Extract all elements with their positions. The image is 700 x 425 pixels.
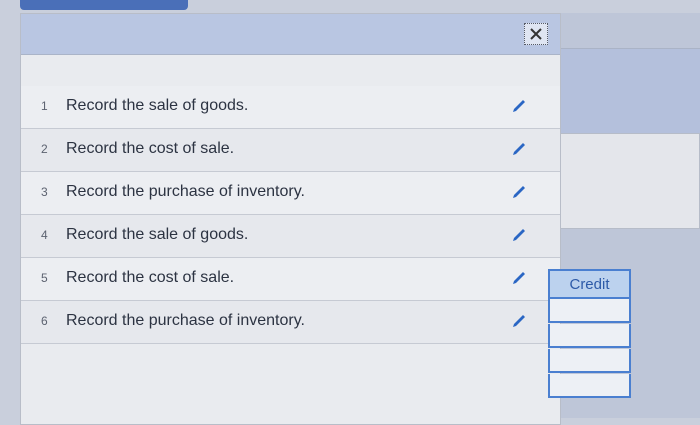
row-label: Record the purchase of inventory. bbox=[66, 183, 305, 200]
row-number: 1 bbox=[41, 99, 48, 113]
top-tab bbox=[20, 0, 188, 10]
row-number: 2 bbox=[41, 142, 48, 156]
row-label: Record the cost of sale. bbox=[66, 269, 235, 286]
credit-input-cell[interactable] bbox=[548, 324, 631, 348]
row-number: 4 bbox=[41, 228, 48, 242]
list-item[interactable]: 4 Record the sale of goods. bbox=[21, 215, 560, 258]
row-number: 6 bbox=[41, 314, 48, 328]
list-item[interactable]: 2 Record the cost of sale. bbox=[21, 129, 560, 172]
list-item[interactable]: 1 Record the sale of goods. bbox=[21, 86, 560, 129]
credit-input-cell[interactable] bbox=[548, 299, 631, 323]
credit-column-header: Credit bbox=[548, 269, 631, 299]
row-label: Record the purchase of inventory. bbox=[66, 312, 305, 329]
list-item[interactable]: 5 Record the cost of sale. bbox=[21, 258, 560, 301]
pencil-icon[interactable] bbox=[510, 226, 528, 244]
row-number: 5 bbox=[41, 271, 48, 285]
close-x-icon bbox=[530, 28, 542, 40]
transaction-list-panel: 1 Record the sale of goods. 2 Record the… bbox=[20, 13, 561, 425]
pencil-icon[interactable] bbox=[510, 140, 528, 158]
panel-header bbox=[21, 14, 560, 55]
credit-input-cell[interactable] bbox=[548, 349, 631, 373]
credit-input-cell[interactable] bbox=[548, 374, 631, 398]
row-label: Record the sale of goods. bbox=[66, 226, 249, 243]
row-label: Record the cost of sale. bbox=[66, 140, 235, 157]
pencil-icon[interactable] bbox=[510, 269, 528, 287]
pencil-icon[interactable] bbox=[510, 97, 528, 115]
pencil-icon[interactable] bbox=[510, 183, 528, 201]
row-label: Record the sale of goods. bbox=[66, 97, 249, 114]
pencil-icon[interactable] bbox=[510, 312, 528, 330]
journal-entry-block bbox=[559, 133, 700, 229]
row-number: 3 bbox=[41, 185, 48, 199]
close-button[interactable] bbox=[524, 23, 548, 45]
journal-header-block bbox=[559, 48, 700, 134]
list-item[interactable]: 6 Record the purchase of inventory. bbox=[21, 301, 560, 344]
list-item[interactable]: 3 Record the purchase of inventory. bbox=[21, 172, 560, 215]
